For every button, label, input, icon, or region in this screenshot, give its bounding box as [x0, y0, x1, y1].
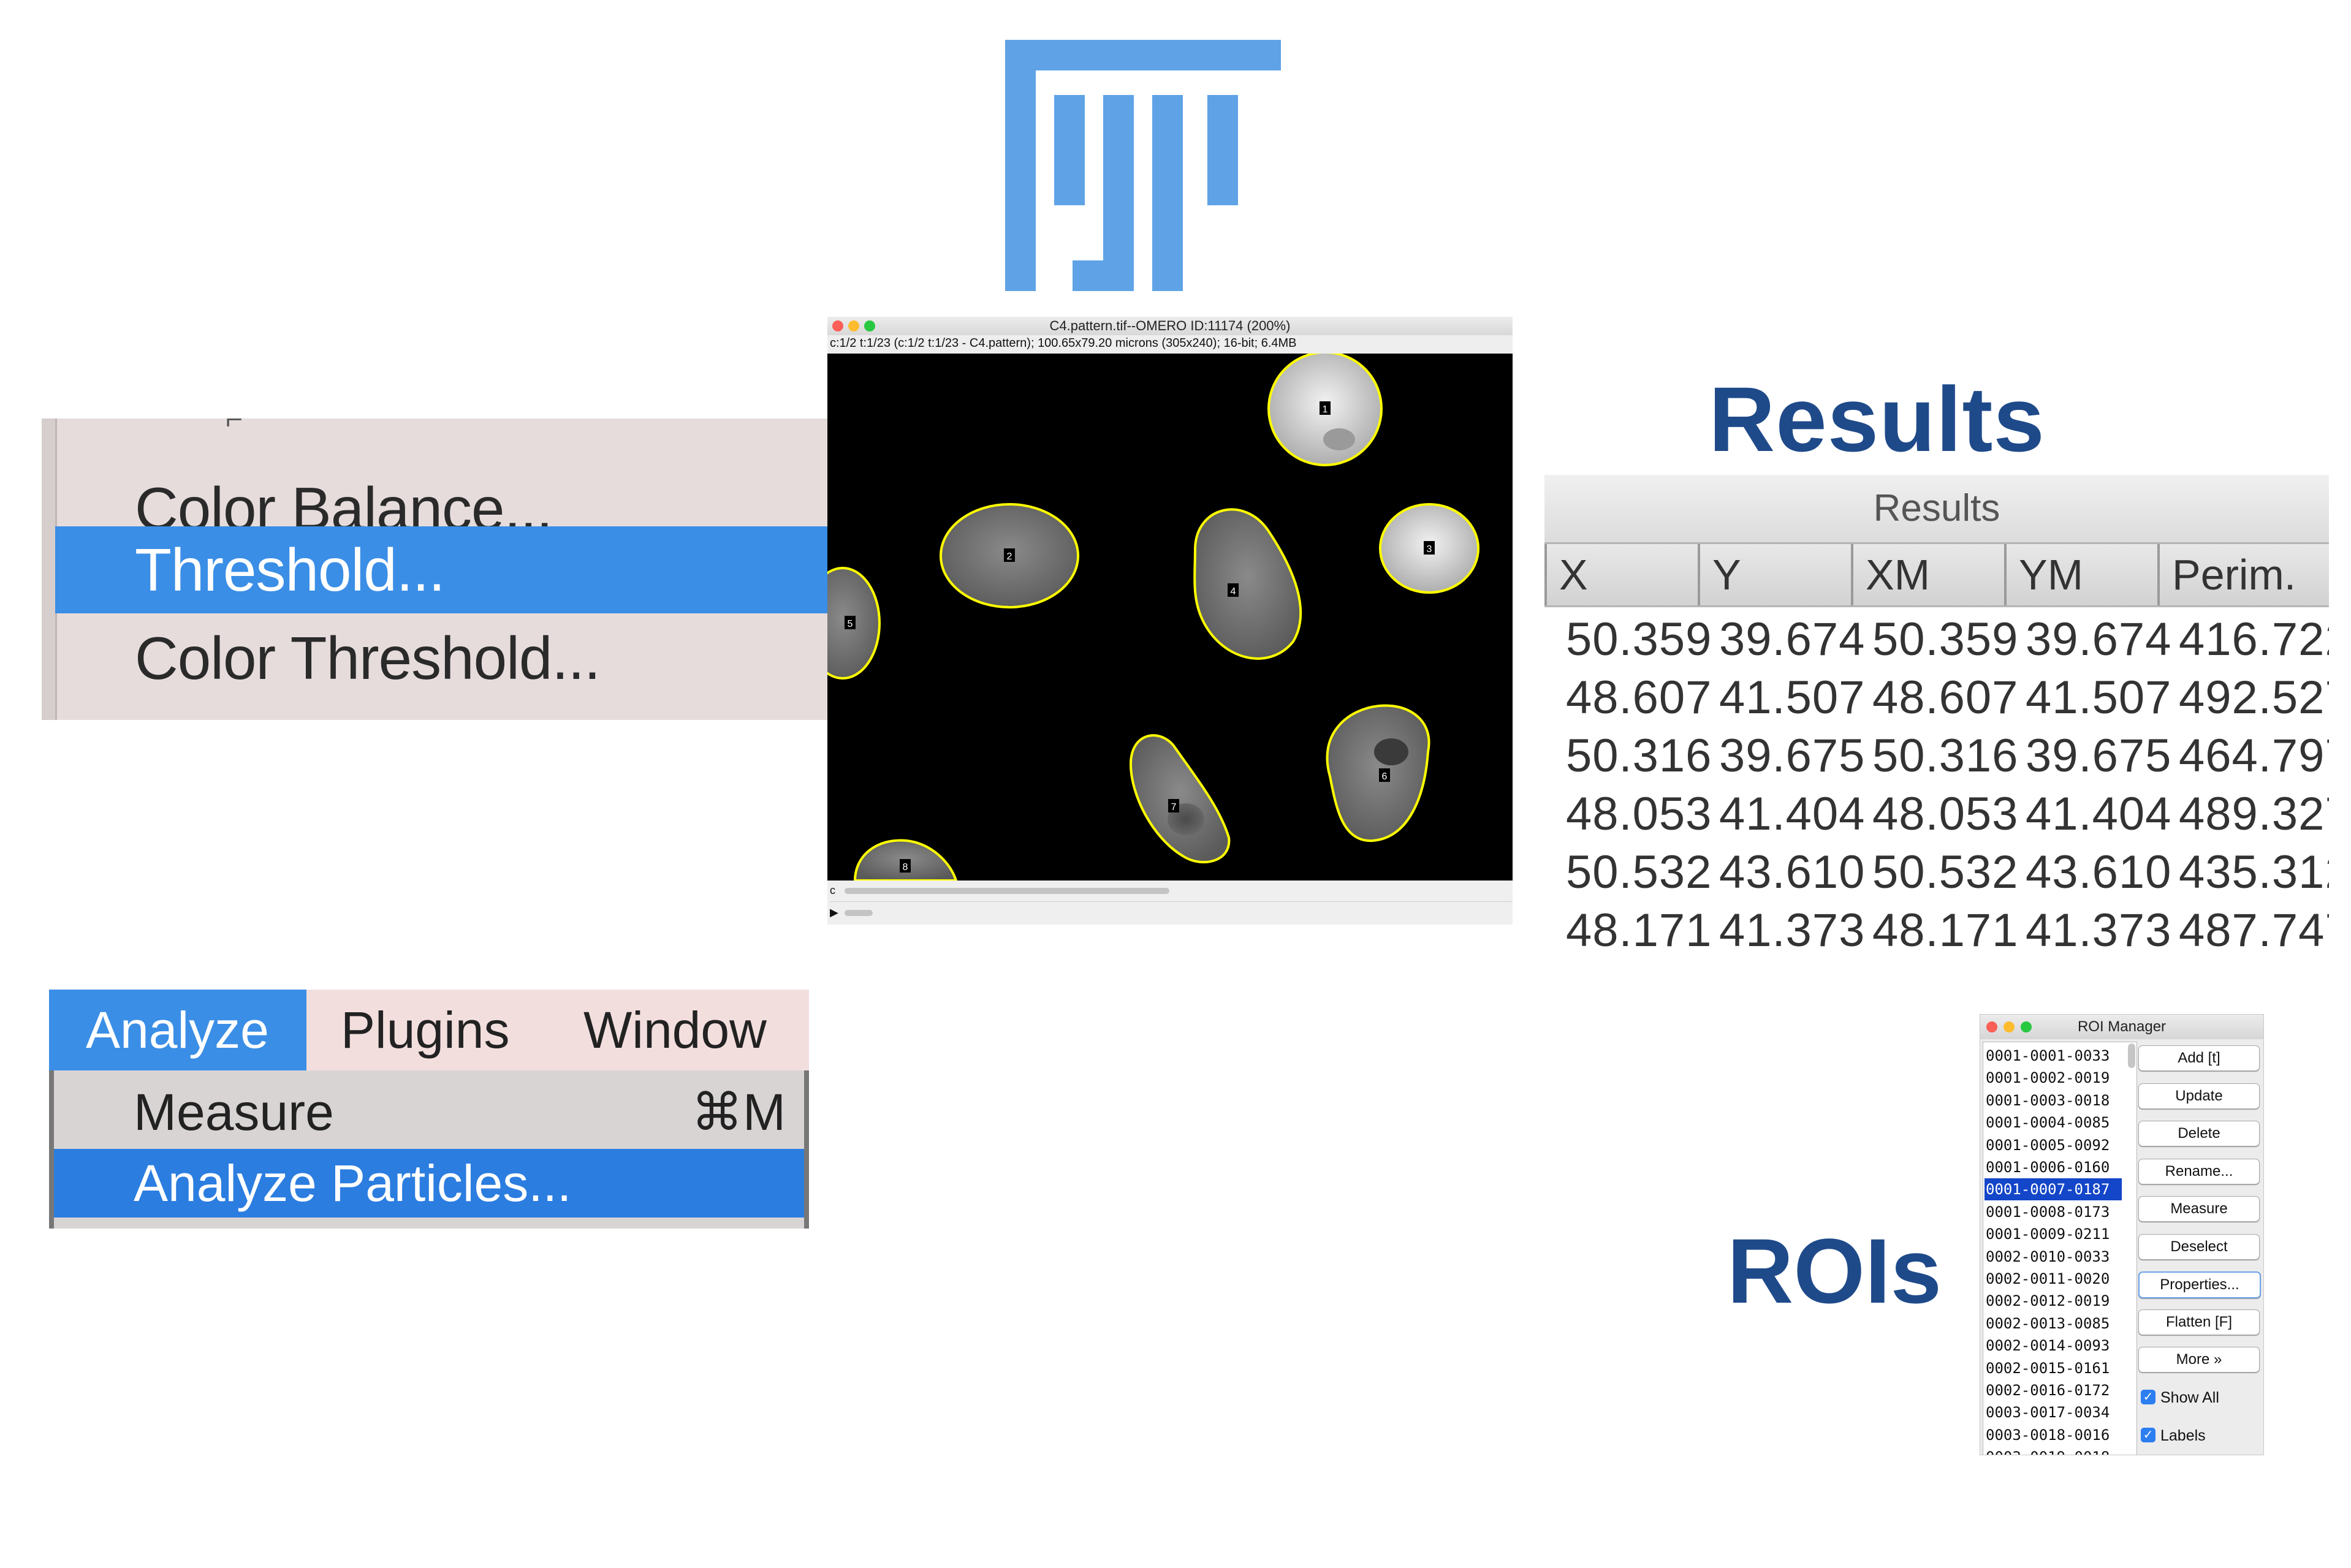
results-cell: 50.316	[1872, 730, 2019, 782]
divider	[830, 901, 1513, 902]
menu-item-analyze-particles[interactable]: Analyze Particles...	[54, 1149, 804, 1218]
results-cell: 39.675	[2026, 730, 2172, 782]
channel-slider-area: c ▶	[827, 884, 1513, 925]
column-header-perim[interactable]: Perim.	[2157, 544, 2329, 605]
nucleus-8[interactable]: 8	[853, 839, 958, 881]
nucleus-3[interactable]: 3	[1379, 503, 1479, 594]
results-cell: 39.674	[2026, 613, 2172, 665]
results-cell: 43.610	[1719, 846, 1866, 898]
menubar-window[interactable]: Window	[583, 990, 767, 1070]
time-scrollbar[interactable]	[845, 910, 873, 916]
channel-label: c	[830, 884, 835, 896]
measure-button[interactable]: Measure	[2138, 1196, 2260, 1222]
results-cell: 48.171	[1566, 904, 1712, 953]
results-cell: 489.327	[2179, 788, 2329, 840]
checkbox[interactable]: ✓	[2141, 1390, 2155, 1404]
results-cell: 41.373	[2026, 904, 2172, 953]
fiji-logo	[1005, 40, 1281, 291]
delete-button[interactable]: Delete	[2138, 1121, 2260, 1146]
results-window-title: Results	[1544, 475, 2329, 542]
results-cell: 464.797	[2179, 730, 2329, 782]
nucleus-5[interactable]: 5	[827, 567, 881, 680]
results-cell: 435.312	[2179, 846, 2329, 898]
results-cell: 50.316	[1566, 730, 1712, 782]
nucleus-6[interactable]: 6	[1326, 704, 1430, 843]
nucleus-4[interactable]: 4	[1193, 508, 1302, 660]
add-button[interactable]: Add [t]	[2138, 1045, 2260, 1071]
results-heading: Results	[1709, 368, 2045, 471]
play-icon[interactable]: ▶	[830, 906, 838, 919]
results-cell: 50.359	[1566, 613, 1712, 665]
menu-item-measure[interactable]: Measure ⌘M	[54, 1078, 804, 1146]
roi-label-5: 5	[848, 619, 853, 629]
menu-item-threshold[interactable]: Threshold...	[55, 526, 832, 613]
results-cell: 41.507	[1719, 672, 1866, 724]
column-header-xm[interactable]: XM	[1851, 544, 2004, 605]
checkbox[interactable]: ✓	[2141, 1428, 2155, 1442]
measure-shortcut: ⌘M	[691, 1083, 786, 1141]
menubar-analyze[interactable]: Analyze	[49, 990, 306, 1070]
menubar-plugins[interactable]: Plugins	[341, 990, 510, 1070]
roi-manager-window: ROI Manager 0001-0001-0033 0001-0002-0019…	[1980, 1014, 2264, 1455]
nucleus-1[interactable]: 1	[1267, 354, 1383, 466]
flatten-button[interactable]: Flatten [F]	[2138, 1309, 2260, 1335]
results-cell: 41.404	[2026, 788, 2172, 840]
nucleus-7[interactable]: 7	[1129, 734, 1231, 863]
image-window-title: C4.pattern.tif--OMERO ID:11174 (200%)	[1049, 318, 1291, 333]
results-cell: 48.607	[1872, 672, 2019, 724]
results-cell: 41.404	[1719, 788, 1866, 840]
results-header-row: X Y XM YM Perim.	[1544, 542, 2329, 607]
more-button[interactable]: More »	[2138, 1347, 2260, 1373]
results-cell: 48.171	[1872, 904, 2019, 953]
results-cell: 43.610	[2026, 846, 2172, 898]
results-cell: 39.675	[1719, 730, 1866, 782]
column-header-ym[interactable]: YM	[2004, 544, 2157, 605]
checkbox-label: Labels	[2160, 1427, 2206, 1444]
roi-label-3: 3	[1427, 544, 1432, 555]
roi-label-7: 7	[1171, 802, 1177, 812]
roi-label-1: 1	[1323, 404, 1328, 415]
channel-scrollbar[interactable]	[845, 888, 1169, 894]
results-cell: 48.607	[1566, 672, 1712, 724]
checkbox-label: Show All	[2160, 1389, 2219, 1406]
results-cell: 41.507	[2026, 672, 2172, 724]
results-cell: 48.053	[1566, 788, 1712, 840]
rename-button[interactable]: Rename...	[2138, 1158, 2260, 1184]
nucleus-2[interactable]: 2	[940, 503, 1079, 608]
analyze-menu: Analyze Plugins Window Measure ⌘M Analyz…	[49, 990, 809, 1229]
results-cell: 41.373	[1719, 904, 1866, 953]
rois-heading: ROIs	[1727, 1219, 1942, 1322]
properties-button[interactable]: Properties...	[2138, 1271, 2261, 1298]
results-cell: 48.053	[1872, 788, 2019, 840]
results-rows: 50.35939.67450.35939.674416.72248.60741.…	[1544, 605, 2329, 953]
roi-button-panel: Add [t] Update Delete Rename... Measure Desel…	[1980, 1015, 2263, 1455]
results-cell: 39.674	[1719, 613, 1866, 665]
roi-label-4: 4	[1231, 586, 1236, 597]
column-header-y[interactable]: Y	[1698, 544, 1851, 605]
image-adjust-menu: ⌐ ʼ ʼ ʼ ʼ ʼ Color Balance... Threshold..…	[42, 419, 832, 720]
column-header-x[interactable]: X	[1544, 544, 1698, 605]
roi-label-6: 6	[1382, 771, 1388, 782]
results-cell: 416.722	[2179, 613, 2329, 665]
roi-label-8: 8	[903, 862, 908, 873]
results-cell: 50.359	[1872, 613, 2019, 665]
results-cell: 50.532	[1872, 846, 2019, 898]
menu-item-partial: ⌐ ʼ ʼ ʼ ʼ ʼ	[226, 419, 422, 431]
results-table-window: Results X Y XM YM Perim. 50.359 39.674 50.…	[1544, 475, 2329, 953]
deselect-button[interactable]: Deselect	[2138, 1233, 2260, 1260]
image-info-line: c:1/2 t:1/23 (c:1/2 t:1/23 - C4.pattern)…	[830, 336, 1297, 350]
results-cell: 492.527	[2179, 672, 2329, 724]
update-button[interactable]: Update	[2138, 1083, 2260, 1109]
image-window: C4.pattern.tif--OMERO ID:11174 (200%) c:…	[827, 317, 1513, 925]
results-cell: 50.532	[1566, 846, 1712, 898]
results-cell: 487.747	[2179, 904, 2329, 953]
menu-item-color-threshold[interactable]: Color Threshold...	[55, 615, 832, 702]
menu-item-measure-label: Measure	[134, 1083, 334, 1141]
roi-label-2: 2	[1007, 551, 1012, 562]
image-canvas[interactable]: 1 2 3 4 5 6 7 8	[827, 354, 1513, 881]
